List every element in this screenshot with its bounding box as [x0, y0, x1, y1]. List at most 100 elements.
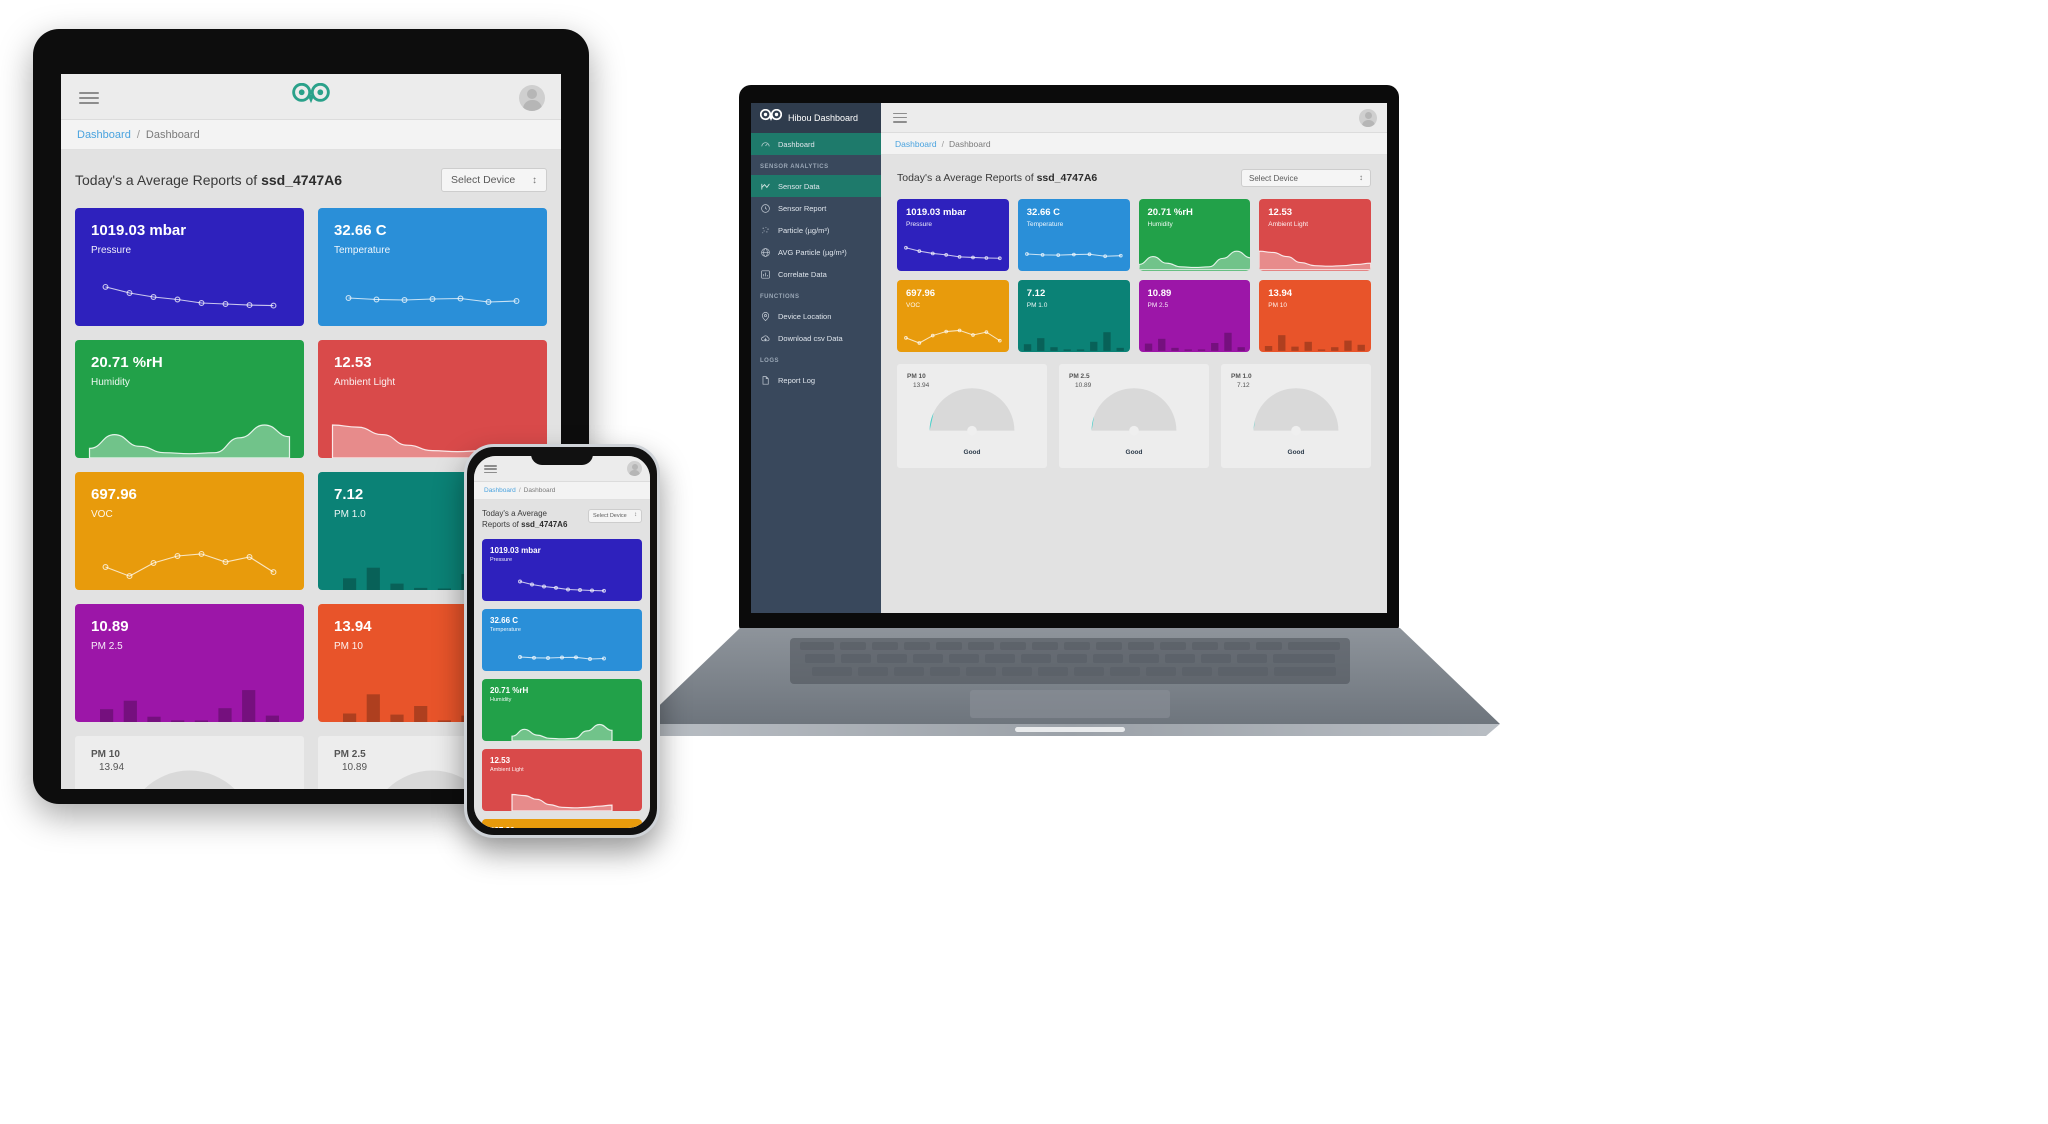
metric-card[interactable]: 697.96VOC — [482, 818, 642, 828]
gauge-value: 10.89 — [342, 762, 368, 773]
laptop-base — [640, 628, 1500, 736]
metric-card[interactable]: 12.53 Ambient Light — [1259, 199, 1371, 271]
gauge-label: PM 1.0 — [1231, 373, 1252, 380]
sidebar-item-particle-g-m[interactable]: Particle (µg/m³) — [751, 219, 881, 241]
sidebar-item-download-csv-data[interactable]: Download csv Data — [751, 327, 881, 349]
metric-card[interactable]: 32.66 C Temperature — [318, 208, 547, 326]
metric-value: 20.71 %rH — [91, 354, 163, 371]
gauge-status: Good — [1287, 449, 1305, 456]
sidebar-item-dashboard[interactable]: Dashboard — [751, 133, 881, 155]
page-title: Today's a Average Reports of ssd_4747A6 — [75, 172, 342, 188]
breadcrumb-root[interactable]: Dashboard — [484, 487, 516, 494]
title-row: Today's a Average Reports of ssd_4747A6 … — [482, 509, 642, 531]
gauge-card[interactable]: PM 2.5 10.89 Good — [1059, 364, 1209, 468]
metric-label: PM 10 — [1268, 302, 1288, 310]
metric-card[interactable]: 32.66 C Temperature — [1017, 199, 1130, 271]
gauge-label: PM 2.5 — [1069, 373, 1090, 380]
hamburger-menu-icon[interactable] — [893, 112, 907, 123]
breadcrumb: Dashboard / Dashboard — [61, 120, 561, 150]
gauge-value: 10.89 — [1075, 382, 1092, 389]
metric-card[interactable]: 697.96 VOC — [75, 472, 304, 590]
metric-value: 10.89 — [1147, 288, 1172, 299]
user-avatar-icon[interactable] — [627, 461, 642, 476]
page-title-prefix: Today's a Average Reports of — [897, 172, 1037, 184]
gauge-card[interactable]: PM 10 13.94 Good — [897, 364, 1047, 468]
metric-label: Ambient Light — [334, 377, 396, 388]
metric-value: 10.89 — [91, 618, 129, 635]
device-mockup-scene: Hibou Dashboard Dashboard SENSOR ANALYTIC… — [0, 0, 2048, 1124]
user-avatar-icon[interactable] — [519, 85, 545, 111]
phone-screen: Dashboard / Dashboard Today's a Average … — [474, 456, 650, 828]
metric-card[interactable]: 20.71 %rH Humidity — [1138, 199, 1251, 271]
select-device-dropdown[interactable]: Select Device ↕ — [588, 509, 642, 523]
gauge-label: PM 10 — [907, 373, 926, 380]
sidebar-item-device-location[interactable]: Device Location — [751, 305, 881, 327]
sidebar-item-label: AVG Particle (µg/m³) — [778, 247, 847, 257]
metric-card[interactable]: 20.71 %rH Humidity — [482, 678, 642, 741]
metric-card[interactable]: 12.53 Ambient Light — [482, 748, 642, 811]
metric-card[interactable]: 1019.03 mbar Pressure — [897, 199, 1009, 271]
gauge-label: PM 2.5 — [334, 749, 366, 760]
sidebar-brand[interactable]: Hibou Dashboard — [751, 103, 881, 133]
metric-card[interactable]: 32.66 C Temperature — [482, 608, 642, 671]
metric-card[interactable]: 697.96VOC — [897, 280, 1009, 352]
metric-label: VOC — [906, 302, 921, 310]
gauge-dial — [109, 752, 270, 789]
metric-label: Pressure — [906, 221, 933, 229]
select-device-label: Select Device — [1249, 173, 1298, 183]
metric-label: Humidity — [1147, 221, 1173, 229]
hamburger-menu-icon[interactable] — [79, 92, 99, 104]
metric-value: 32.66 C — [490, 615, 519, 625]
sidebar-item-sensor-report[interactable]: Sensor Report — [751, 197, 881, 219]
user-avatar-icon[interactable] — [1359, 109, 1377, 127]
sidebar-item-label: Device Location — [778, 311, 832, 321]
sidebar-item-label: Particle (µg/m³) — [778, 225, 830, 235]
page-title: Today's a Average Reports of ssd_4747A6 — [482, 509, 572, 531]
metric-value: 697.96 — [91, 486, 137, 503]
sidebar-item-label: Download csv Data — [778, 333, 843, 343]
sidebar-item-correlate-data[interactable]: Correlate Data — [751, 263, 881, 285]
metric-value: 12.53 — [334, 354, 372, 371]
metric-card[interactable]: 13.94 PM 10 — [1259, 280, 1371, 352]
metric-card[interactable]: 7.12 PM 1.0 — [1017, 280, 1130, 352]
hamburger-menu-icon[interactable] — [484, 465, 497, 473]
metric-card[interactable]: 1019.03 mbar Pressure — [482, 538, 642, 601]
metric-label: Temperature — [1026, 221, 1064, 229]
laptop-device: Hibou Dashboard Dashboard SENSOR ANALYTIC… — [739, 85, 1399, 630]
sidebar-item-label: Report Log — [778, 375, 816, 385]
dashboard-content: Today's a Average Reports of ssd_4747A6 … — [881, 155, 1387, 613]
gauge-dial — [1243, 376, 1349, 437]
sidebar-section-header: SENSOR ANALYTICS — [760, 164, 829, 170]
select-device-dropdown[interactable]: Select Device ↕ — [1241, 169, 1371, 187]
select-device-dropdown[interactable]: Select Device ↕ — [441, 168, 547, 192]
phone-device: Dashboard / Dashboard Today's a Average … — [464, 444, 660, 838]
select-device-label: Select Device — [593, 513, 627, 519]
metric-value: 12.53 — [1268, 207, 1293, 218]
bar-chart-icon — [760, 269, 771, 280]
clock-icon — [760, 203, 771, 214]
page-title: Today's a Average Reports of ssd_4747A6 — [897, 172, 1097, 184]
sidebar-item-label: Sensor Report — [778, 203, 827, 213]
metric-card[interactable]: 12.53 Ambient Light — [318, 340, 547, 458]
sidebar-section-header: FUNCTIONS — [760, 294, 800, 300]
metric-card[interactable]: 20.71 %rH Humidity — [75, 340, 304, 458]
metric-label: VOC — [91, 509, 113, 520]
sidebar-item-sensor-data[interactable]: Sensor Data — [751, 175, 881, 197]
breadcrumb-root[interactable]: Dashboard — [77, 129, 131, 141]
breadcrumb-root[interactable]: Dashboard — [895, 139, 937, 149]
metric-value: 697.96 — [490, 826, 634, 828]
breadcrumb: Dashboard / Dashboard — [881, 133, 1387, 155]
device-id: ssd_4747A6 — [521, 519, 568, 529]
breadcrumb-separator: / — [136, 128, 140, 141]
metric-card[interactable]: 10.89 PM 2.5 — [75, 604, 304, 722]
breadcrumb-current: Dashboard — [948, 138, 991, 149]
gauge-card[interactable]: PM 10 13.94 Good — [75, 736, 304, 789]
metric-value: 13.94 — [1268, 288, 1293, 299]
sidebar-item-label: Correlate Data — [778, 269, 827, 279]
metric-card[interactable]: 10.89 PM 2.5 — [1138, 280, 1251, 352]
sidebar-item-report-log[interactable]: Report Log — [751, 369, 881, 391]
sidebar-item-avg-particle-g-m[interactable]: AVG Particle (µg/m³) — [751, 241, 881, 263]
gauge-card[interactable]: PM 1.0 7.12 Good — [1221, 364, 1371, 468]
metric-value: 32.66 C — [334, 222, 387, 239]
metric-card[interactable]: 1019.03 mbar Pressure — [75, 208, 304, 326]
